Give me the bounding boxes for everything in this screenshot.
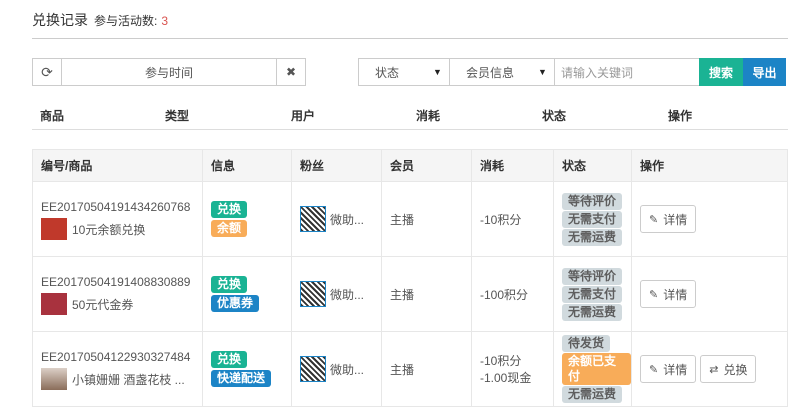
order-number: EE20170504191408830889	[41, 275, 191, 289]
member-cell: 主播	[381, 181, 472, 257]
close-icon: ✖	[285, 65, 297, 79]
colhead-goods[interactable]: 商品	[40, 107, 64, 124]
sort-header: 商品 类型 用户 消耗 状态 操作	[32, 106, 788, 130]
status-badge: 无需支付	[562, 210, 623, 228]
detail-button[interactable]: ✎ 详情	[640, 280, 697, 308]
status-select[interactable]: 状态 ▼	[358, 58, 450, 86]
caret-down-icon: ▼	[538, 67, 547, 77]
goods-thumbnail	[41, 218, 67, 240]
status-badge: 待发货	[562, 335, 611, 352]
fan-avatar[interactable]	[300, 281, 326, 307]
refresh-button[interactable]: ⟳	[32, 58, 62, 86]
status-badge: 无需运费	[562, 228, 623, 246]
type-badge: 兑换	[211, 276, 248, 293]
keyword-input[interactable]: 请输入关键词	[554, 58, 700, 86]
refresh-icon: ⟳	[41, 63, 53, 80]
search-button[interactable]: 搜索	[699, 58, 743, 86]
member-info-select[interactable]: 会员信息 ▼	[449, 58, 555, 86]
activity-count: 3	[161, 14, 169, 28]
table-row: EE20170504122930327484 小镇姗姗 酒盏花枝 ... 兑换快…	[32, 331, 788, 407]
export-button[interactable]: 导出	[743, 58, 786, 86]
fan-avatar[interactable]	[300, 356, 326, 382]
status-badge: 余额已支付	[562, 353, 631, 385]
edit-icon: ✎	[649, 213, 659, 226]
page-title: 兑换记录	[32, 12, 88, 28]
colhead-user[interactable]: 用户	[291, 107, 315, 124]
fan-name[interactable]: 微助...	[330, 286, 364, 303]
goods-thumbnail	[41, 368, 67, 390]
member-cell: 主播	[381, 256, 472, 332]
exchange-icon: ⇄	[709, 363, 719, 376]
type-badge: 兑换	[211, 201, 248, 218]
th-info: 信息	[202, 149, 292, 182]
goods-name: 50元代金券	[72, 297, 134, 312]
status-badge: 等待评价	[562, 267, 623, 285]
time-range-input[interactable]: 参与时间	[61, 58, 277, 86]
cost-cell: -10积分 -1.00现金	[471, 331, 554, 407]
fan-name[interactable]: 微助...	[330, 361, 364, 378]
edit-icon: ✎	[649, 288, 659, 301]
th-status: 状态	[553, 149, 632, 182]
status-badge: 无需运费	[562, 386, 623, 403]
page-header: 兑换记录 参与活动数: 3	[32, 10, 168, 30]
colhead-type[interactable]: 类型	[165, 107, 189, 124]
th-member: 会员	[381, 149, 472, 182]
type-badge: 快递配送	[211, 370, 272, 387]
status-badge: 无需支付	[562, 285, 623, 303]
type-badge: 兑换	[211, 351, 248, 368]
detail-button[interactable]: ✎ 详情	[640, 205, 697, 233]
caret-down-icon: ▼	[433, 67, 442, 77]
fan-name[interactable]: 微助...	[330, 211, 364, 228]
order-number: EE20170504122930327484	[41, 350, 191, 364]
th-cost: 消耗	[471, 149, 554, 182]
edit-icon: ✎	[649, 363, 659, 376]
goods-name: 10元余额兑换	[72, 222, 146, 237]
type-badge: 余额	[211, 220, 248, 237]
records-table: 编号/商品 信息 粉丝 会员 消耗 状态 操作 EE20170504191434…	[32, 149, 788, 407]
order-number: EE20170504191434260768	[41, 200, 191, 214]
fan-avatar[interactable]	[300, 206, 326, 232]
detail-button[interactable]: ✎ 详情	[640, 355, 697, 383]
goods-name: 小镇姗姗 酒盏花枝 ...	[72, 372, 185, 387]
divider	[32, 38, 788, 39]
status-badge: 无需运费	[562, 303, 623, 321]
cost-cell: -100积分	[471, 256, 554, 332]
exchange-button[interactable]: ⇄ 兑换	[700, 355, 757, 383]
cost-cell: -10积分	[471, 181, 554, 257]
colhead-status[interactable]: 状态	[542, 107, 566, 124]
member-cell: 主播	[381, 331, 472, 407]
table-row: EE20170504191434260768 10元余额兑换 兑换余额 微助..…	[32, 181, 788, 257]
activity-count-label: 参与活动数:	[94, 14, 158, 28]
th-fans: 粉丝	[291, 149, 382, 182]
th-order: 编号/商品	[32, 149, 203, 182]
clear-time-button[interactable]: ✖	[276, 58, 306, 86]
status-badge: 等待评价	[562, 192, 623, 210]
colhead-cost[interactable]: 消耗	[416, 107, 440, 124]
table-row: EE20170504191408830889 50元代金券 兑换优惠券 微助..…	[32, 256, 788, 332]
goods-thumbnail	[41, 293, 67, 315]
th-ops: 操作	[631, 149, 788, 182]
type-badge: 优惠券	[211, 295, 260, 312]
colhead-ops[interactable]: 操作	[668, 107, 692, 124]
